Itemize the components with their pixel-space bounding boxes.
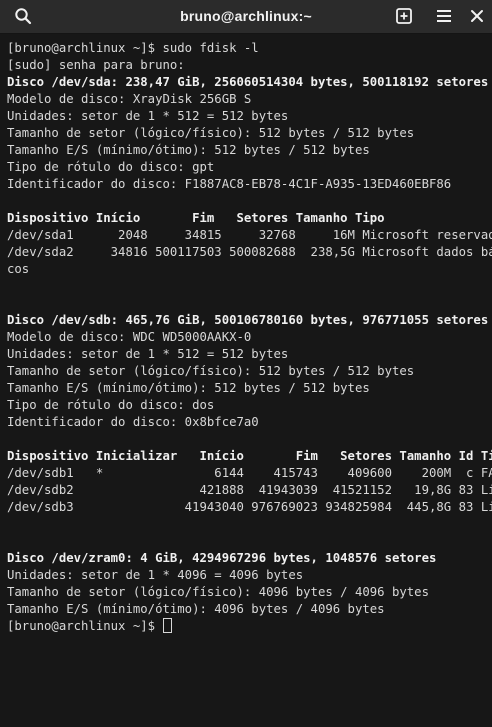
terminal-line: [sudo] senha para bruno: xyxy=(7,58,185,72)
terminal-line: Modelo de disco: WDC WD5000AAKX-0 xyxy=(7,330,252,344)
terminal-cursor xyxy=(163,618,173,633)
terminal-line: Unidades: setor de 1 * 512 = 512 bytes xyxy=(7,347,289,361)
terminal-line: /dev/sdb1 * 6144 415743 409600 200M c FA… xyxy=(7,466,492,480)
terminal-line: Tipo de rótulo do disco: dos xyxy=(7,398,215,412)
terminal-prompt-line: [bruno@archlinux ~]$ xyxy=(7,618,492,635)
menu-button[interactable] xyxy=(431,3,457,29)
close-icon xyxy=(471,10,483,22)
terminal-line: Identificador do disco: 0x8bfce7a0 xyxy=(7,415,259,429)
terminal-line: Modelo de disco: XrayDisk 256GB S xyxy=(7,92,252,106)
terminal-line: Tipo de rótulo do disco: gpt xyxy=(7,160,215,174)
terminal-line: Tamanho E/S (mínimo/ótimo): 512 bytes / … xyxy=(7,143,370,157)
window-title: bruno@archlinux:~ xyxy=(180,8,312,24)
terminal-window: bruno@archlinux:~ [bruno@archlinux ~]$ s… xyxy=(0,0,492,727)
close-button[interactable] xyxy=(464,3,490,29)
terminal-line: Tamanho E/S (mínimo/ótimo): 512 bytes / … xyxy=(7,381,370,395)
terminal-output: [bruno@archlinux ~]$ sudo fdisk -l [sudo]… xyxy=(7,40,492,635)
terminal-bold-line: Disco /dev/sda: 238,47 GiB, 256060514304… xyxy=(7,75,489,89)
terminal-line: /dev/sda2 34816 500117503 500082688 238,… xyxy=(7,245,492,259)
hamburger-menu-icon xyxy=(437,10,451,22)
terminal-line: Tamanho E/S (mínimo/ótimo): 4096 bytes /… xyxy=(7,602,385,616)
terminal-line: Tamanho de setor (lógico/físico): 512 by… xyxy=(7,126,415,140)
new-tab-button[interactable] xyxy=(391,3,417,29)
plus-square-icon xyxy=(396,8,412,24)
terminal-line: Tamanho de setor (lógico/físico): 512 by… xyxy=(7,364,415,378)
terminal-line: [bruno@archlinux ~]$ sudo fdisk -l xyxy=(7,41,259,55)
terminal-line: Tamanho de setor (lógico/físico): 4096 b… xyxy=(7,585,429,599)
terminal-line: cos xyxy=(7,262,30,276)
terminal-area[interactable]: [bruno@archlinux ~]$ sudo fdisk -l [sudo]… xyxy=(0,34,492,727)
terminal-bold-line: Dispositivo Inicializar Início Fim Setor… xyxy=(7,449,492,463)
terminal-line: Identificador do disco: F1887AC8-EB78-4C… xyxy=(7,177,452,191)
terminal-bold-line: Dispositivo Início Fim Setores Tamanho T… xyxy=(7,211,385,225)
terminal-bold-line: Disco /dev/sdb: 465,76 GiB, 500106780160… xyxy=(7,313,489,327)
terminal-line: /dev/sdb3 41943040 976769023 934825984 4… xyxy=(7,500,492,514)
header-bar: bruno@archlinux:~ xyxy=(0,0,492,34)
terminal-bold-line: Disco /dev/zram0: 4 GiB, 4294967296 byte… xyxy=(7,551,437,565)
terminal-line: Unidades: setor de 1 * 512 = 512 bytes xyxy=(7,109,289,123)
terminal-line: Unidades: setor de 1 * 4096 = 4096 bytes xyxy=(7,568,304,582)
shell-prompt: [bruno@archlinux ~]$ xyxy=(7,619,163,633)
terminal-line: /dev/sda1 2048 34815 32768 16M Microsoft… xyxy=(7,228,492,242)
terminal-line: /dev/sdb2 421888 41943039 41521152 19,8G… xyxy=(7,483,492,497)
